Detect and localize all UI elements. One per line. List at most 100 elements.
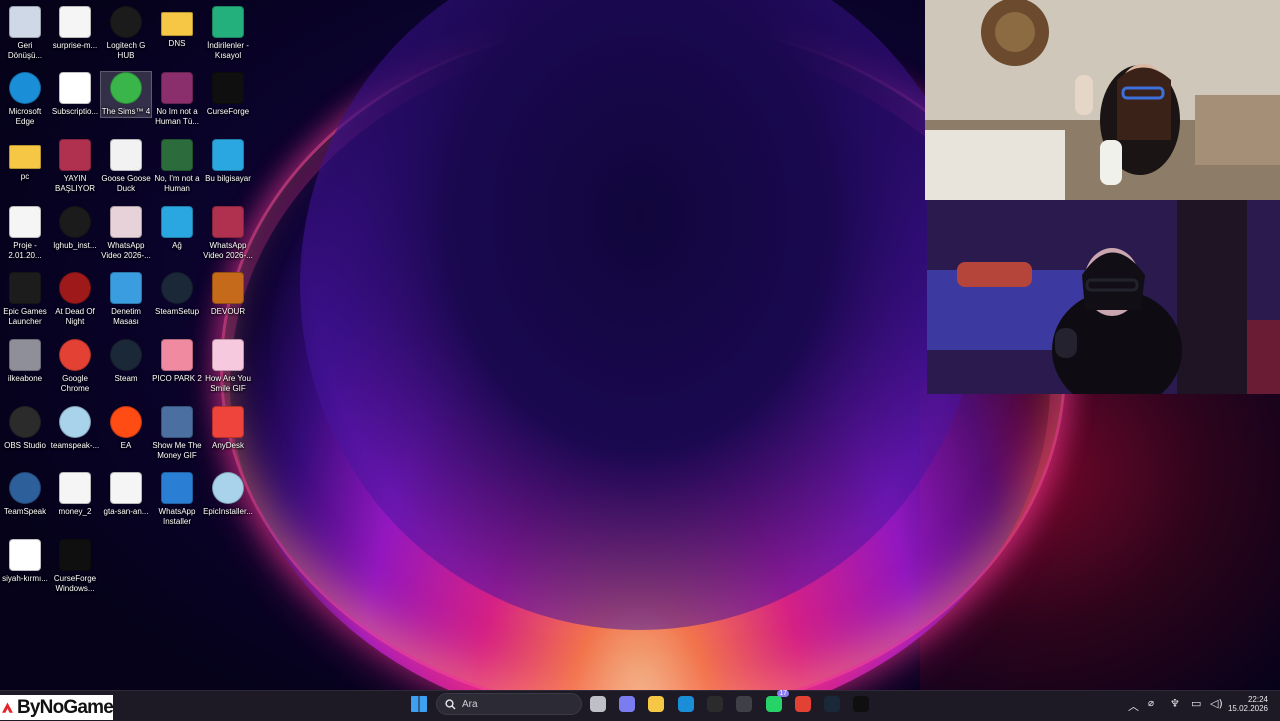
desktop-icon-18[interactable]: Ağ — [152, 206, 202, 251]
display-icon[interactable]: ▭ — [1191, 697, 1201, 710]
desktop-icon-37[interactable]: gta-san-an... — [101, 472, 151, 517]
desktop-icon-21[interactable]: At Dead Of Night — [50, 272, 100, 327]
task-view-taskbar-button[interactable] — [588, 694, 608, 714]
desktop-icon-31[interactable]: teamspeak-... — [50, 406, 100, 451]
desktop-icon-26[interactable]: Google Chrome — [50, 339, 100, 394]
cd-installer-icon — [59, 406, 91, 438]
desktop-icon-29[interactable]: How Are You Smile GIF — [203, 339, 253, 394]
desktop-icon-34[interactable]: AnyDesk — [203, 406, 253, 451]
network-disconnected-icon[interactable]: ⌀ — [1148, 698, 1154, 709]
desktop-icon-label: At Dead Of Night — [55, 307, 95, 326]
photo-thumbnail-icon — [161, 406, 193, 438]
webcam-top — [925, 0, 1280, 200]
winrar-archive-icon — [161, 72, 193, 104]
chevron-up-icon[interactable]: ︿ — [1128, 698, 1139, 714]
desktop-icon-1[interactable]: surprise-m... — [50, 6, 100, 51]
microphone-icon[interactable]: ♆ — [1170, 697, 1180, 710]
desktop-icon-24[interactable]: DEVOUR — [203, 272, 253, 317]
blank-file-icon — [59, 72, 91, 104]
edge-icon — [9, 72, 41, 104]
desktop-icon-label: teamspeak-... — [50, 441, 100, 450]
desktop-icon-label: Logitech G HUB — [106, 41, 146, 60]
desktop-icon-label: Show Me The Money GIF — [152, 441, 202, 460]
clock[interactable]: 22:24 15.02.2026 — [1224, 695, 1268, 713]
desktop-icon-label: Steam — [114, 374, 138, 383]
windows-start-taskbar-button[interactable] — [409, 694, 429, 714]
desktop-icon-label: YAYIN BAŞLIYOR — [54, 174, 95, 193]
desktop-icon-4[interactable]: İndirilenler - Kısayol — [203, 6, 253, 61]
edge-icon — [678, 696, 694, 712]
desktop-icon-23[interactable]: SteamSetup — [152, 272, 202, 317]
desktop-icon-35[interactable]: TeamSpeak — [0, 472, 50, 517]
curseforge-icon — [212, 72, 244, 104]
folder-icon — [9, 145, 41, 169]
desktop-icon-27[interactable]: Steam — [101, 339, 151, 384]
desktop-icon-9[interactable]: CurseForge — [203, 72, 253, 117]
desktop-icon-16[interactable]: lghub_inst... — [50, 206, 100, 251]
desktop-icon-19[interactable]: WhatsApp Video 2026-... — [203, 206, 253, 261]
search-placeholder: Ara — [462, 699, 478, 710]
desktop-icon-15[interactable]: Proje - 2.01.20... — [0, 206, 50, 261]
desktop-icon-20[interactable]: Epic Games Launcher — [0, 272, 50, 327]
desktop-icon-label: pc — [20, 172, 30, 181]
desktop-icon-11[interactable]: YAYIN BAŞLIYOR — [50, 139, 100, 194]
steam-taskbar-button[interactable] — [822, 694, 842, 714]
desktop-icon-label: money_2 — [58, 507, 92, 516]
desktop-icon-10[interactable]: pc — [0, 139, 50, 182]
system-tray: ︿ ⌀ ♆ ▭ ◁) 22:24 15.02.2026 — [1124, 694, 1280, 718]
desktop-icon-28[interactable]: PICO PARK 2 — [152, 339, 202, 384]
desktop-icon-14[interactable]: Bu bilgisayar — [203, 139, 253, 184]
whatsapp-taskbar-button[interactable]: 17 — [764, 690, 789, 714]
steam-icon — [824, 696, 840, 712]
edge-taskbar-button[interactable] — [676, 694, 696, 714]
chrome-taskbar-button[interactable] — [793, 694, 813, 714]
chrome-icon — [795, 696, 811, 712]
desktop-icon-33[interactable]: Show Me The Money GIF — [152, 406, 202, 461]
desktop-icon-32[interactable]: EA — [101, 406, 151, 451]
downloads-folder-icon — [212, 6, 244, 38]
taskbar-search[interactable]: Ara — [436, 693, 582, 715]
desktop-icon-36[interactable]: money_2 — [50, 472, 100, 517]
folder-icon — [161, 12, 193, 36]
desktop-icon-label: Ağ — [172, 241, 182, 250]
desktop-icon-38[interactable]: WhatsApp Installer — [152, 472, 202, 527]
obs-icon — [9, 406, 41, 438]
desktop-icon-39[interactable]: EpicInstaller... — [203, 472, 253, 517]
desktop-icon-6[interactable]: Subscriptio... — [50, 72, 100, 117]
sims-plumbob-icon — [110, 72, 142, 104]
file-explorer-taskbar-button[interactable] — [646, 694, 666, 714]
ea-icon — [110, 406, 142, 438]
obs-taskbar-button[interactable] — [705, 694, 725, 714]
copilot-taskbar-button[interactable] — [617, 694, 637, 714]
epic-games-icon — [9, 272, 41, 304]
desktop-icon-8[interactable]: No Im not a Human Tü... — [152, 72, 202, 127]
video-file-icon — [59, 139, 91, 171]
desktop-icon-30[interactable]: OBS Studio — [0, 406, 50, 451]
desktop-icon-22[interactable]: Denetim Masası — [101, 272, 151, 327]
bynogame-logo-text: ByNoGame — [16, 696, 114, 718]
desktop-icon-5[interactable]: Microsoft Edge — [0, 72, 50, 127]
curseforge-taskbar-button[interactable] — [851, 694, 871, 714]
desktop-icon-label: Google Chrome — [60, 374, 90, 393]
desktop-icon-7[interactable]: The Sims™ 4 — [100, 71, 152, 118]
desktop-icon-label: AnyDesk — [211, 441, 244, 450]
desktop-icon-41[interactable]: CurseForge Windows... — [50, 539, 100, 594]
desktop-icon-0[interactable]: Geri Dönüşü... — [0, 6, 50, 61]
desktop-icon-12[interactable]: Goose Goose Duck — [101, 139, 151, 194]
obs-icon — [707, 696, 723, 712]
desktop-icon-40[interactable]: siyah-kırmı... — [0, 539, 50, 584]
desktop-icon-label: CurseForge Windows... — [53, 574, 97, 593]
desktop-icon-3[interactable]: DNS — [152, 6, 202, 49]
desktop-icon-label: lghub_inst... — [53, 241, 97, 250]
microsoft-store-taskbar-button[interactable] — [734, 694, 754, 714]
dead-of-night-icon — [59, 272, 91, 304]
video-file-icon — [110, 472, 142, 504]
desktop-icon-label: WhatsApp Video 2026-... — [101, 241, 151, 260]
desktop-icon-25[interactable]: ilkeabone — [0, 339, 50, 384]
desktop-icon-13[interactable]: No, I'm not a Human — [152, 139, 202, 194]
volume-icon[interactable]: ◁) — [1210, 697, 1223, 710]
desktop-icon-label: The Sims™ 4 — [101, 107, 151, 116]
pink-image-icon — [212, 339, 244, 371]
desktop-icon-2[interactable]: Logitech G HUB — [101, 6, 151, 61]
desktop-icon-17[interactable]: WhatsApp Video 2026-... — [101, 206, 151, 261]
